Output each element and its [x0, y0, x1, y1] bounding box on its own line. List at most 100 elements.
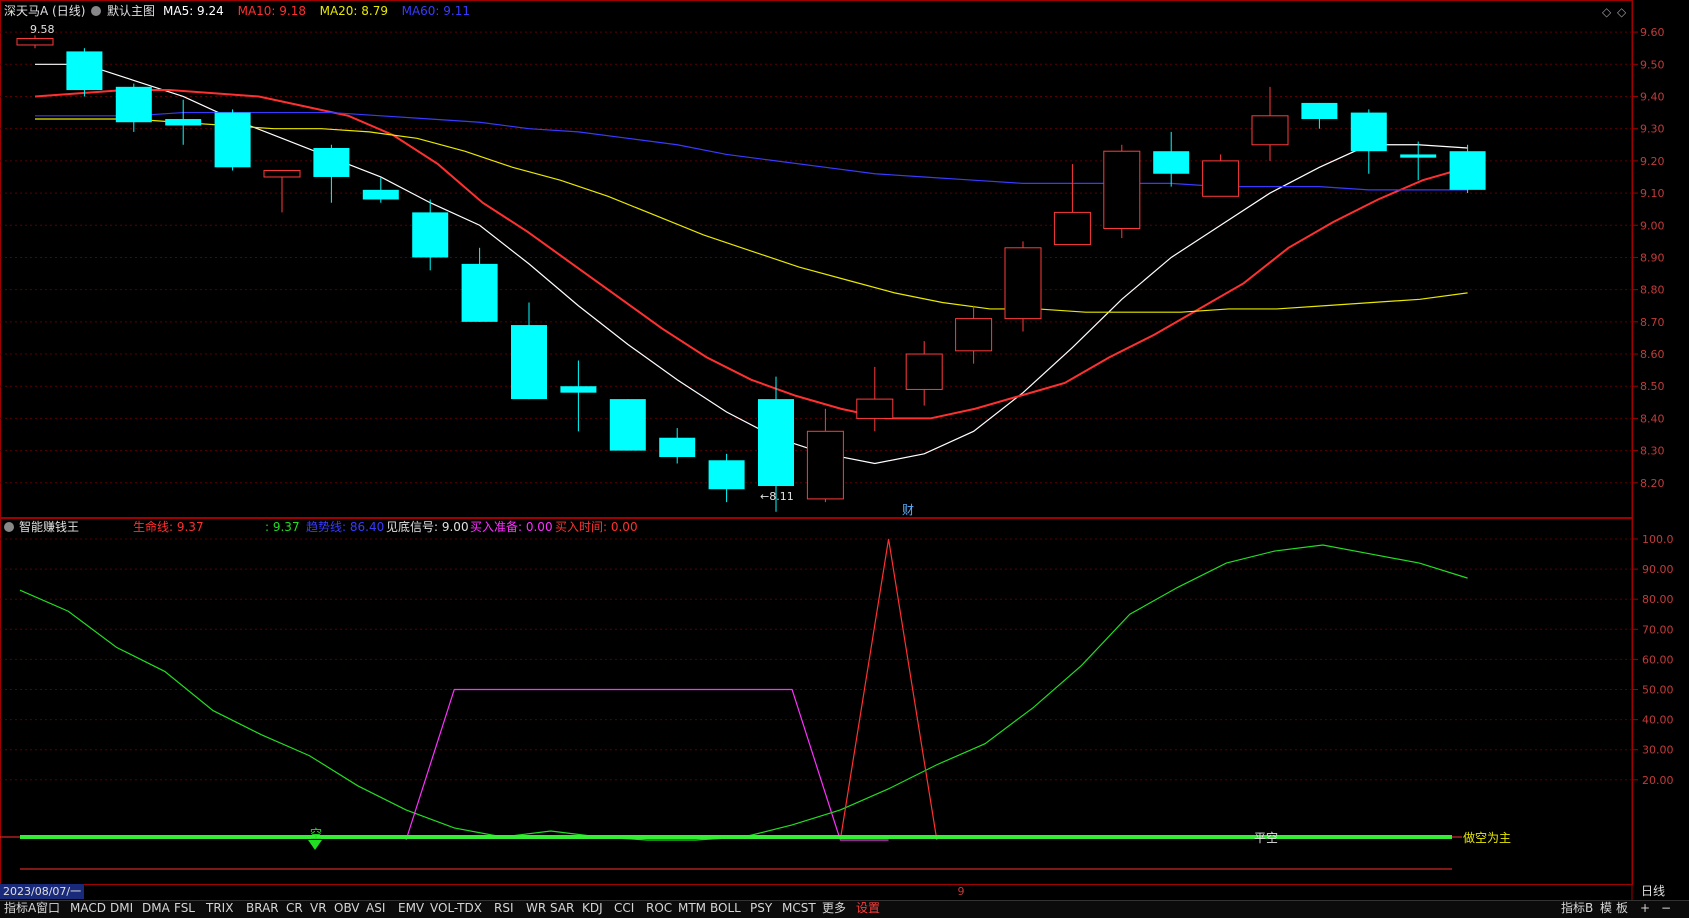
candle-body-up[interactable]: [1053, 211, 1091, 246]
indicator-tab-sar[interactable]: SAR: [546, 900, 578, 917]
candle-body-down[interactable]: [511, 325, 547, 400]
indicator-panel-frame: [0, 518, 1633, 885]
price-tick-label: 8.90: [1640, 251, 1665, 264]
candle-body-up[interactable]: [955, 318, 993, 352]
price-tick-label: 9.20: [1640, 155, 1665, 168]
indicator-tab-obv[interactable]: OBV: [330, 900, 364, 917]
indicator-tab-trix[interactable]: TRIX: [202, 900, 237, 917]
indicator-tab-cr[interactable]: CR: [282, 900, 307, 917]
indicator-tab-asi[interactable]: ASI: [362, 900, 389, 917]
bottom-right-button[interactable]: 板: [1616, 900, 1628, 917]
bottom-right-button[interactable]: 模: [1600, 900, 1612, 917]
candle-body-down[interactable]: [1153, 151, 1190, 174]
signal-empty-label: 空: [310, 827, 322, 841]
main-chart-toggle-icon[interactable]: [91, 6, 101, 16]
candle-body-up[interactable]: [263, 170, 301, 178]
candle-body-up[interactable]: [1103, 150, 1141, 229]
stock-chart-canvas[interactable]: 9.60 9.50 9.40 9.30 9.20 9.10 9.00 8.90 8.80 8.70…: [0, 0, 1689, 917]
price-tick-label: 9.40: [1640, 90, 1665, 103]
candle-body-down[interactable]: [313, 147, 350, 177]
indicator-tick-label: 50.00: [1642, 684, 1674, 697]
candle-body-up[interactable]: [1202, 160, 1240, 197]
candle-body-down[interactable]: [708, 460, 745, 490]
candle-body-down[interactable]: [1350, 112, 1387, 152]
candle-body-up[interactable]: [1251, 115, 1289, 146]
candle-body-down[interactable]: [412, 212, 449, 258]
candle-body-down[interactable]: [758, 399, 794, 487]
indicator-tab-更多[interactable]: 更多: [818, 900, 850, 917]
candle-body-down[interactable]: [115, 86, 152, 123]
price-tick-label: 8.40: [1640, 412, 1665, 425]
indicator-tab-mcst[interactable]: MCST: [778, 900, 820, 917]
signal-flat-label: 平空: [1254, 831, 1278, 845]
stock-title: 深天马A (日线): [4, 4, 85, 18]
candle-body-up[interactable]: [806, 430, 844, 500]
candle-body-up[interactable]: [905, 353, 943, 390]
candle-body-down[interactable]: [165, 119, 202, 126]
indicator-tab-roc[interactable]: ROC: [642, 900, 676, 917]
candle-body-down[interactable]: [362, 189, 399, 200]
candle-body-down[interactable]: [1400, 154, 1437, 158]
candle-body-up[interactable]: [16, 38, 54, 46]
price-tick-label: 8.20: [1640, 477, 1665, 490]
indicator-tick-label: 30.00: [1642, 744, 1674, 757]
price-tick-label: 9.50: [1640, 58, 1665, 71]
candle-body-down[interactable]: [66, 51, 103, 91]
bottom-right-button[interactable]: +: [1640, 900, 1650, 917]
ma-value-label: MA20: 8.79: [320, 4, 388, 18]
price-tick-label: 9.10: [1640, 187, 1665, 200]
indicator-tab-rsi[interactable]: RSI: [490, 900, 518, 917]
window-diamond-icon: ◇: [1617, 5, 1627, 19]
high-price-label: 9.58: [30, 23, 55, 36]
candle-body-down[interactable]: [560, 386, 597, 393]
candle-body-down[interactable]: [609, 399, 646, 451]
indicator-tab-vol-tdx[interactable]: VOL-TDX: [426, 900, 486, 917]
indicator-tab-mtm[interactable]: MTM: [674, 900, 710, 917]
price-tick-label: 8.70: [1640, 316, 1665, 329]
indicator-tab-cci[interactable]: CCI: [610, 900, 638, 917]
indicator-tab-窗口[interactable]: 窗口: [32, 900, 64, 917]
indicator-tab-psy[interactable]: PSY: [746, 900, 776, 917]
candle-body-down[interactable]: [214, 112, 251, 168]
indicator-tab-设置[interactable]: 设置: [852, 900, 884, 917]
indicator-tick-label: 90.00: [1642, 563, 1674, 576]
indicator-line-green: [19, 544, 1468, 841]
indicator-field-label: 见底信号: 9.00: [386, 519, 469, 534]
low-price-label: ←8.11: [760, 490, 794, 503]
indicator-tab-emv[interactable]: EMV: [394, 900, 428, 917]
indicator-name: 智能赚钱王: [19, 519, 79, 534]
indicator-tick-label: 80.00: [1642, 593, 1674, 606]
indicator-tick-label: 20.00: [1642, 774, 1674, 787]
indicator-tick-label: 100.0: [1642, 533, 1674, 546]
indicator-tick-label: 70.00: [1642, 623, 1674, 636]
price-tick-label: 9.00: [1640, 219, 1665, 232]
bottom-right-button[interactable]: 指标B: [1561, 900, 1593, 917]
candle-body-down[interactable]: [659, 437, 696, 458]
date-label: 2023/08/07/一: [3, 885, 81, 898]
indicator-tick-label: 60.00: [1642, 653, 1674, 666]
candle-body-down[interactable]: [1301, 102, 1338, 120]
main-chart-label: 默认主图: [107, 3, 155, 18]
indicator-tab-dmi[interactable]: DMI: [106, 900, 137, 917]
candle-body-down[interactable]: [1449, 151, 1486, 190]
signal-short-label: 做空为主: [1463, 830, 1511, 845]
candle-body-down[interactable]: [461, 263, 498, 322]
indicator-tab-boll[interactable]: BOLL: [706, 900, 745, 917]
price-tick-label: 8.30: [1640, 445, 1665, 458]
indicator-tab-brar[interactable]: BRAR: [242, 900, 283, 917]
indicator-tab-kdj[interactable]: KDJ: [578, 900, 607, 917]
ma-value-label: MA10: 9.18: [238, 4, 306, 18]
indicator-toggle-icon[interactable]: [4, 522, 14, 532]
indicator-line-red: [839, 538, 938, 841]
indicator-tab-fsl[interactable]: FSL: [170, 900, 199, 917]
sell-signal-triangle-icon: [308, 840, 322, 850]
indicator-tab-vr[interactable]: VR: [306, 900, 331, 917]
indicator-tab-dma[interactable]: DMA: [138, 900, 174, 917]
indicator-tick-label: 40.00: [1642, 714, 1674, 727]
price-tick-label: 9.30: [1640, 123, 1665, 136]
candle-body-up[interactable]: [1004, 247, 1042, 320]
candle-body-up[interactable]: [856, 398, 894, 419]
bottom-right-button[interactable]: −: [1661, 900, 1671, 917]
ma-value-label: MA5: 9.24: [163, 4, 224, 18]
indicator-tab-macd[interactable]: MACD: [66, 900, 110, 917]
